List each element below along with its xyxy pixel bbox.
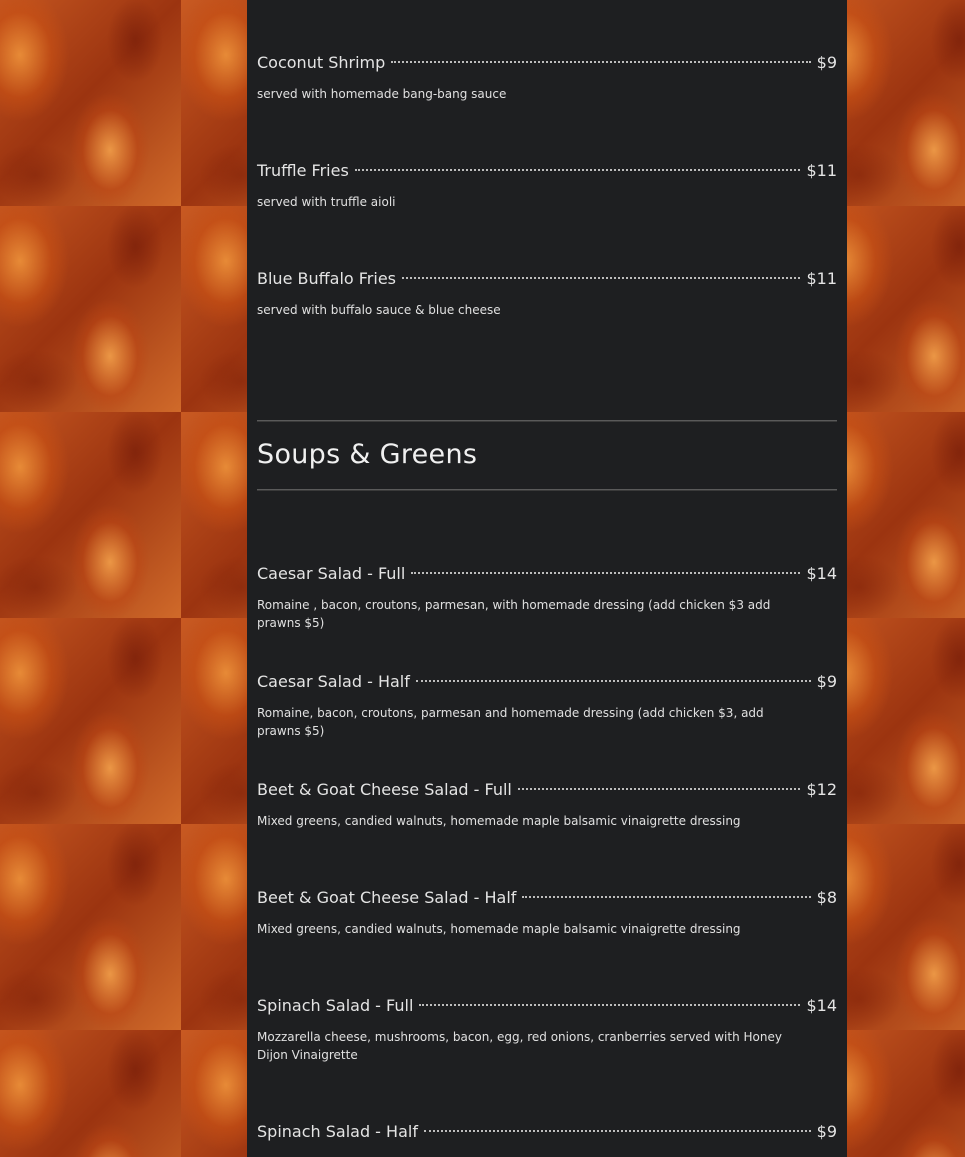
leader-dots [391, 60, 811, 63]
menu-item-name: Blue Buffalo Fries [257, 269, 396, 288]
menu-item-description: served with buffalo sauce & blue cheese [257, 303, 501, 317]
menu-item-name: Coconut Shrimp [257, 53, 386, 72]
menu-item-name: Beet & Goat Cheese Salad - Full [257, 780, 512, 799]
menu-item-coconut-shrimp: Coconut Shrimp $9 served with homemade b… [257, 52, 837, 103]
menu-item-price: $9 [816, 53, 837, 72]
menu-item-price: $8 [816, 888, 837, 907]
menu-item-description: served with truffle aioli [257, 195, 396, 209]
leader-dots [517, 787, 801, 790]
menu-item-name: Beet & Goat Cheese Salad - Half [257, 888, 517, 907]
menu-item-name: Truffle Fries [257, 161, 349, 180]
menu-item-name: Caesar Salad - Half [257, 672, 410, 691]
menu-item-description: Mozzarella cheese, mushrooms, bacon, egg… [257, 1030, 782, 1062]
menu-item-description: Romaine , bacon, croutons, parmesan, wit… [257, 598, 771, 630]
leader-dots [415, 679, 811, 682]
leader-dots [354, 168, 801, 171]
menu-item-caesar-full: Caesar Salad - Full $14 Romaine , bacon,… [257, 563, 837, 632]
menu-item-description: Mixed greens, candied walnuts, homemade … [257, 922, 741, 936]
menu-item-price: $9 [816, 672, 837, 691]
menu-item-spinach-half: Spinach Salad - Half $9 [257, 1121, 837, 1143]
menu-item-description: served with homemade bang-bang sauce [257, 87, 507, 101]
menu-item-price: $11 [806, 161, 837, 180]
leader-dots [423, 1129, 811, 1132]
menu-item-name: Spinach Salad - Half [257, 1122, 418, 1141]
menu-item-price: $14 [806, 564, 837, 583]
menu-item-price: $9 [816, 1122, 837, 1141]
leader-dots [411, 571, 801, 574]
menu-item-price: $14 [806, 996, 837, 1015]
leader-dots [419, 1003, 801, 1006]
menu-item-description: Mixed greens, candied walnuts, homemade … [257, 814, 741, 828]
menu-item-price: $12 [806, 780, 837, 799]
menu-item-name: Caesar Salad - Full [257, 564, 406, 583]
menu-item-name: Spinach Salad - Full [257, 996, 414, 1015]
leader-dots [522, 895, 811, 898]
menu-item-spinach-full: Spinach Salad - Full $14 Mozzarella chee… [257, 995, 837, 1064]
menu-item-beet-goat-half: Beet & Goat Cheese Salad - Half $8 Mixed… [257, 887, 837, 938]
menu-item-price: $11 [806, 269, 837, 288]
leader-dots [402, 276, 801, 279]
section-divider-top [257, 420, 837, 422]
menu-item-truffle-fries: Truffle Fries $11 served with truffle ai… [257, 160, 837, 211]
menu-item-blue-buffalo-fries: Blue Buffalo Fries $11 served with buffa… [257, 268, 837, 319]
menu-item-description: Romaine, bacon, croutons, parmesan and h… [257, 706, 764, 738]
menu-panel: Coconut Shrimp $9 served with homemade b… [247, 0, 847, 1157]
section-title: Soups & Greens [257, 439, 478, 470]
menu-item-caesar-half: Caesar Salad - Half $9 Romaine, bacon, c… [257, 671, 837, 740]
section-divider-bottom [257, 489, 837, 491]
menu-item-beet-goat-full: Beet & Goat Cheese Salad - Full $12 Mixe… [257, 779, 837, 830]
